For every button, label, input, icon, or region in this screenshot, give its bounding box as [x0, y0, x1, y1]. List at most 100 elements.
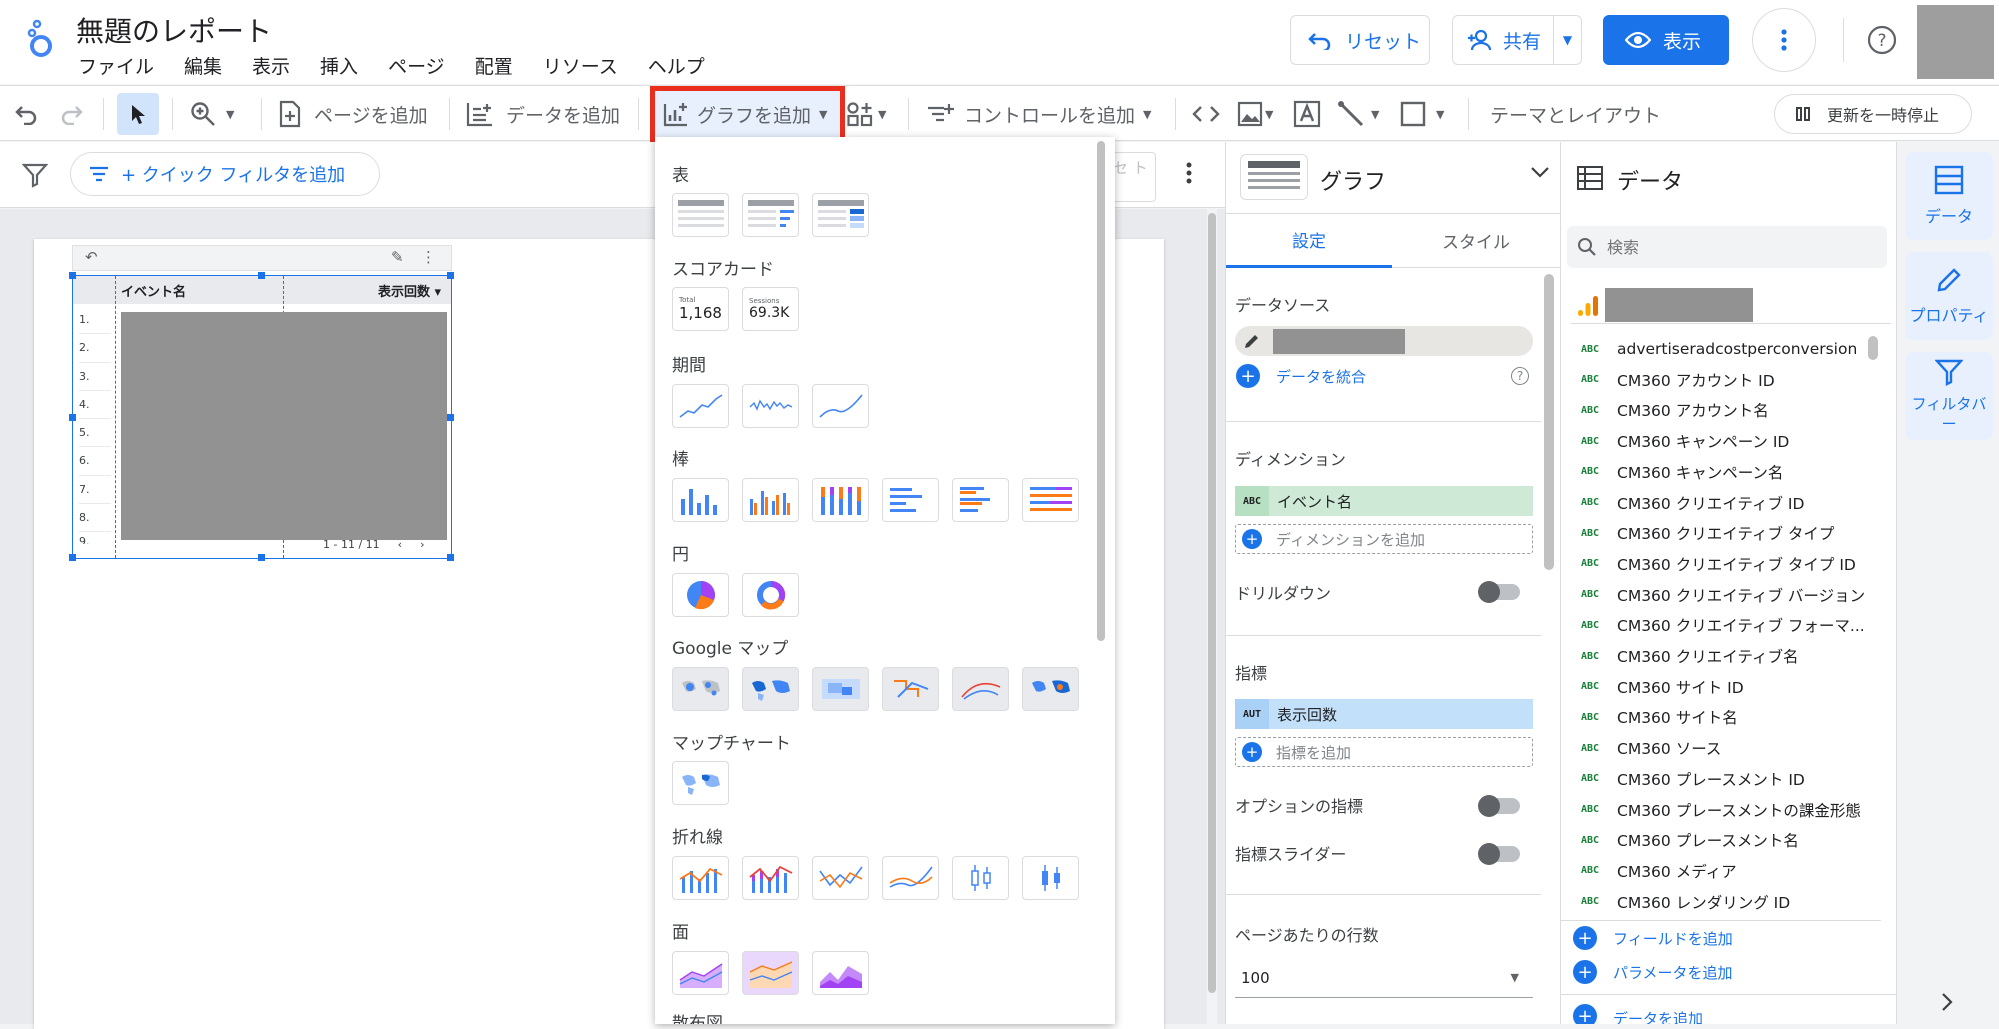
chart-option-grouped-column[interactable]: [742, 478, 799, 522]
column-header-event-name[interactable]: イベント名: [121, 281, 186, 300]
looker-studio-logo[interactable]: [24, 18, 58, 58]
chart-option-filled-map[interactable]: [742, 667, 799, 711]
menu-resources[interactable]: リソース: [543, 52, 618, 79]
optional-metrics-toggle[interactable]: [1478, 795, 1520, 817]
chart-option-geo-chart[interactable]: [672, 761, 729, 805]
chart-option-table-heatmap[interactable]: [812, 193, 869, 237]
pause-update-button[interactable]: 更新を一時停止: [1774, 94, 1972, 134]
field-item[interactable]: ABC CM360 プレースメントの課金形態: [1581, 795, 1861, 825]
chart-option-sparkline[interactable]: [742, 384, 799, 428]
text-button[interactable]: [1293, 86, 1321, 142]
menu-insert[interactable]: 挿入: [320, 52, 358, 79]
next-page-icon[interactable]: ›: [420, 538, 424, 551]
rows-per-page-select[interactable]: 100 ▼: [1235, 958, 1533, 998]
field-item[interactable]: ABC advertiseradcostperconversion: [1581, 334, 1857, 364]
add-page-button[interactable]: ページを追加: [278, 86, 428, 142]
help-icon[interactable]: ?: [1511, 367, 1529, 385]
field-item[interactable]: ABC CM360 キャンペーン ID: [1581, 426, 1789, 456]
rail-filter-button[interactable]: フィルタバー: [1905, 352, 1993, 440]
menu-page[interactable]: ページ: [388, 52, 445, 79]
chart-option-scorecard-compact[interactable]: Sessions 69.3K: [742, 287, 799, 331]
column-header-views[interactable]: 表示回数 ▾: [378, 281, 441, 300]
props-scrollbar[interactable]: [1544, 274, 1554, 570]
avatar[interactable]: [1917, 5, 1994, 79]
reset-button[interactable]: リセット: [1290, 15, 1430, 65]
selection-handle[interactable]: [69, 554, 76, 561]
add-chart-button[interactable]: グラフを追加 ▼: [650, 86, 845, 142]
chart-option-stacked-bar[interactable]: [1022, 478, 1079, 522]
undo-button[interactable]: [14, 86, 40, 142]
field-item[interactable]: ABC CM360 プレースメント名: [1581, 825, 1799, 855]
field-item[interactable]: ABC CM360 クリエイティブ バージョン: [1581, 580, 1865, 610]
dimension-chip[interactable]: ABC イベント名: [1235, 486, 1533, 516]
field-item[interactable]: ABC CM360 プレースメント ID: [1581, 764, 1805, 794]
add-data-button[interactable]: データを追加: [466, 86, 620, 142]
selection-handle[interactable]: [447, 414, 454, 421]
tab-setup[interactable]: 設定: [1226, 214, 1392, 268]
data-source-row[interactable]: [1571, 286, 1891, 324]
add-dimension-button[interactable]: + ディメンションを追加: [1235, 524, 1533, 554]
field-item[interactable]: ABC CM360 ソース: [1581, 733, 1721, 763]
menu-file[interactable]: ファイル: [78, 52, 154, 79]
chart-option-smoothed-series[interactable]: [812, 384, 869, 428]
field-item[interactable]: ABC CM360 キャンペーン名: [1581, 457, 1783, 487]
chart-option-candlestick[interactable]: [952, 856, 1009, 900]
chart-more-icon[interactable]: ⋮: [421, 248, 436, 266]
help-button[interactable]: ?: [1867, 25, 1897, 55]
chart-undo-icon[interactable]: ↶: [85, 248, 98, 266]
chart-option-heatmap-map[interactable]: [812, 667, 869, 711]
line-button[interactable]: ▼: [1337, 86, 1379, 142]
select-tool-button[interactable]: [117, 93, 159, 135]
embed-code-button[interactable]: [1192, 86, 1220, 142]
field-item[interactable]: ABC CM360 メディア: [1581, 856, 1737, 886]
add-metric-button[interactable]: + 指標を追加: [1235, 737, 1533, 767]
selection-handle[interactable]: [69, 272, 76, 279]
data-source-chip[interactable]: [1235, 326, 1533, 356]
add-component-button[interactable]: ▼: [846, 86, 886, 142]
chart-option-stacked-area[interactable]: [742, 951, 799, 995]
field-item[interactable]: ABC CM360 サイト名: [1581, 702, 1738, 732]
selection-handle[interactable]: [69, 414, 76, 421]
table-frame[interactable]: イベント名 表示回数 ▾ 1. 2. 3. 4. 5. 6. 7. 8. 9.: [69, 272, 454, 561]
canvas-more-button[interactable]: [1186, 162, 1192, 184]
report-title[interactable]: 無題のレポート: [76, 10, 272, 50]
search-input[interactable]: [1607, 237, 1867, 257]
filter-icon[interactable]: [22, 162, 48, 188]
add-field-link[interactable]: + フィールドを追加: [1573, 926, 1733, 950]
chart-option-combo[interactable]: [672, 856, 729, 900]
metric-chip[interactable]: AUT 表示回数: [1235, 699, 1533, 729]
menu-scrollbar[interactable]: [1097, 141, 1105, 641]
selection-handle[interactable]: [258, 554, 265, 561]
theme-layout-button[interactable]: テーマとレイアウト: [1490, 86, 1661, 142]
zoom-button[interactable]: ▼: [190, 86, 234, 142]
canvas-scrollbar[interactable]: [1207, 209, 1217, 1024]
chart-option-route-map[interactable]: [952, 667, 1009, 711]
chart-option-bubble-map[interactable]: [672, 667, 729, 711]
blend-data-link[interactable]: + データを統合: [1236, 364, 1366, 388]
chart-option-area[interactable]: [672, 951, 729, 995]
chart-option-stacked-column[interactable]: [812, 478, 869, 522]
chart-option-line-map[interactable]: [882, 667, 939, 711]
chart-option-bar[interactable]: [882, 478, 939, 522]
add-data-link[interactable]: + データを追加: [1573, 1004, 1703, 1024]
selection-handle[interactable]: [447, 554, 454, 561]
field-item[interactable]: ABC CM360 アカウント ID: [1581, 365, 1775, 395]
selection-handle[interactable]: [258, 272, 265, 279]
chart-option-scorecard[interactable]: Total 1,168: [672, 287, 729, 331]
chart-option-stacked-combo[interactable]: [742, 856, 799, 900]
add-control-button[interactable]: コントロールを追加 ▼: [926, 86, 1151, 142]
chart-option-table[interactable]: [672, 193, 729, 237]
field-item[interactable]: ABC CM360 クリエイティブ フォーマ...: [1581, 610, 1865, 640]
prev-page-icon[interactable]: ‹: [398, 538, 402, 551]
chart-option-candlestick-filled[interactable]: [1022, 856, 1079, 900]
rail-data-button[interactable]: データ: [1905, 152, 1993, 240]
chart-option-line[interactable]: [812, 856, 869, 900]
chart-option-percent-area[interactable]: [812, 951, 869, 995]
field-item[interactable]: ABC CM360 クリエイティブ名: [1581, 641, 1798, 671]
drilldown-toggle[interactable]: [1478, 581, 1520, 603]
chart-option-pie[interactable]: [672, 573, 729, 617]
menu-arrange[interactable]: 配置: [475, 52, 513, 79]
field-item[interactable]: ABC CM360 アカウント名: [1581, 395, 1769, 425]
tab-style[interactable]: スタイル: [1392, 214, 1560, 268]
field-item[interactable]: ABC CM360 クリエイティブ タイプ: [1581, 518, 1834, 548]
